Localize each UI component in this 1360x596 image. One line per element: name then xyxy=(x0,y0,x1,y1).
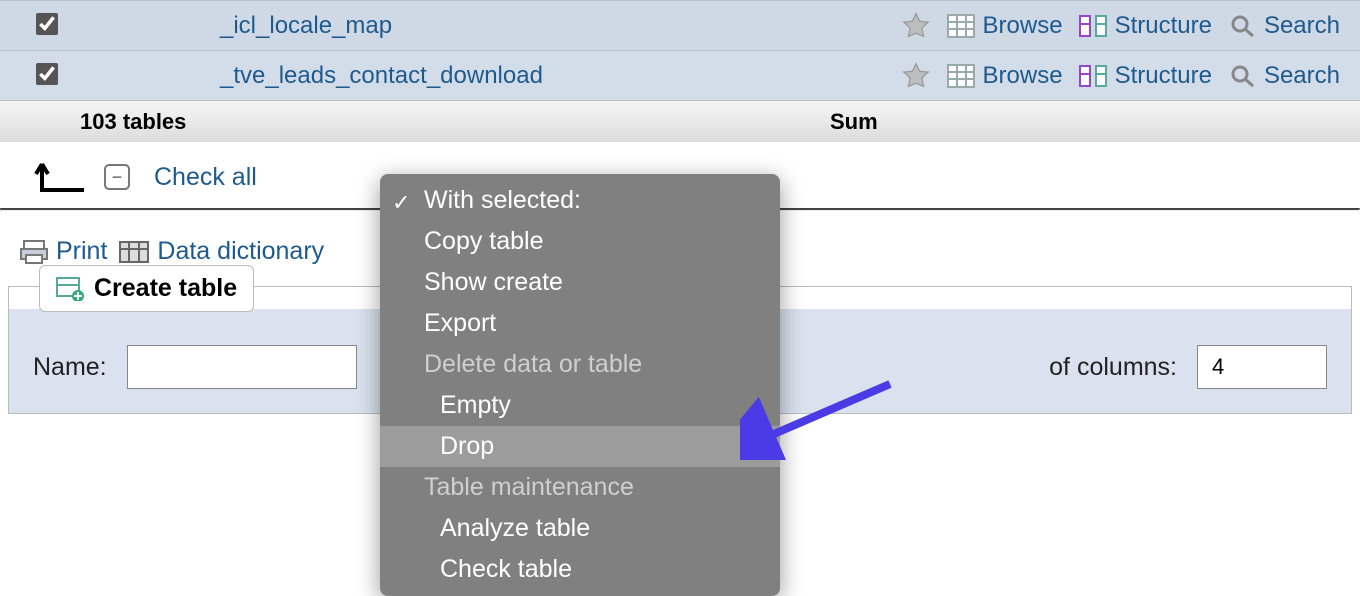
dd-check[interactable]: Check table xyxy=(380,549,780,590)
search-icon xyxy=(1228,14,1256,38)
search-label: Search xyxy=(1264,62,1340,90)
row-checkbox[interactable] xyxy=(36,63,58,85)
dd-empty[interactable]: Empty xyxy=(380,385,780,426)
dictionary-icon xyxy=(119,239,149,265)
columns-label: of columns: xyxy=(1049,353,1177,382)
structure-label: Structure xyxy=(1115,12,1212,40)
table-name-cell: _tve_leads_contact_download xyxy=(80,62,901,90)
search-icon xyxy=(1228,64,1256,88)
arrow-up-left-icon xyxy=(32,160,80,194)
browse-link[interactable]: Browse xyxy=(947,12,1063,40)
summary-row: 103 tables Sum xyxy=(0,100,1360,142)
dd-export[interactable]: Export xyxy=(380,303,780,344)
row-actions: Browse Structure Search xyxy=(901,11,1360,41)
row-actions: Browse Structure Search xyxy=(901,61,1360,91)
sum-label: Sum xyxy=(820,109,1360,135)
structure-icon xyxy=(1079,14,1107,38)
table-name-input[interactable] xyxy=(127,345,357,389)
structure-icon xyxy=(1079,64,1107,88)
create-table-button[interactable]: Create table xyxy=(39,265,254,312)
dictionary-label: Data dictionary xyxy=(157,237,324,266)
dd-header-maintenance: Table maintenance xyxy=(380,467,780,508)
with-selected-dropdown[interactable]: ✓ With selected: Copy table Show create … xyxy=(380,174,780,596)
browse-icon xyxy=(947,14,975,38)
dd-header-delete: Delete data or table xyxy=(380,344,780,385)
dd-selected-item[interactable]: ✓ With selected: xyxy=(380,180,780,221)
check-icon: ✓ xyxy=(392,190,410,216)
name-label: Name: xyxy=(33,353,107,382)
row-checkbox[interactable] xyxy=(36,13,58,35)
dd-selected-label: With selected: xyxy=(424,186,581,214)
table-row: _tve_leads_contact_download Browse Struc… xyxy=(0,50,1360,100)
table-name-link[interactable]: _icl_locale_map xyxy=(220,12,392,39)
table-name-link[interactable]: _tve_leads_contact_download xyxy=(220,62,543,89)
tables-count: 103 tables xyxy=(80,109,820,135)
favorite-icon[interactable] xyxy=(901,61,931,91)
columns-input[interactable] xyxy=(1197,345,1327,389)
row-checkbox-cell xyxy=(0,10,80,41)
dd-analyze[interactable]: Analyze table xyxy=(380,508,780,549)
annotation-arrow-icon xyxy=(740,380,900,460)
create-table-icon xyxy=(56,277,84,301)
table-row: _icl_locale_map Browse Structure Search xyxy=(0,0,1360,50)
dd-copy-table[interactable]: Copy table xyxy=(380,221,780,262)
row-checkbox-cell xyxy=(0,60,80,91)
favorite-icon[interactable] xyxy=(901,11,931,41)
browse-label: Browse xyxy=(983,62,1063,90)
browse-link[interactable]: Browse xyxy=(947,62,1063,90)
print-icon xyxy=(20,239,48,265)
dd-drop[interactable]: Drop xyxy=(380,426,780,467)
search-link[interactable]: Search xyxy=(1228,12,1340,40)
create-table-label: Create table xyxy=(94,274,237,303)
structure-link[interactable]: Structure xyxy=(1079,62,1212,90)
structure-link[interactable]: Structure xyxy=(1079,12,1212,40)
data-dictionary-link[interactable]: Data dictionary xyxy=(119,237,324,266)
dd-show-create[interactable]: Show create xyxy=(380,262,780,303)
structure-label: Structure xyxy=(1115,62,1212,90)
browse-label: Browse xyxy=(983,12,1063,40)
print-link[interactable]: Print xyxy=(20,237,107,266)
check-all-checkbox[interactable]: − xyxy=(104,164,130,190)
browse-icon xyxy=(947,64,975,88)
print-label: Print xyxy=(56,237,107,266)
search-link[interactable]: Search xyxy=(1228,62,1340,90)
table-name-cell: _icl_locale_map xyxy=(80,12,901,40)
search-label: Search xyxy=(1264,12,1340,40)
check-all-link[interactable]: Check all xyxy=(154,163,257,192)
